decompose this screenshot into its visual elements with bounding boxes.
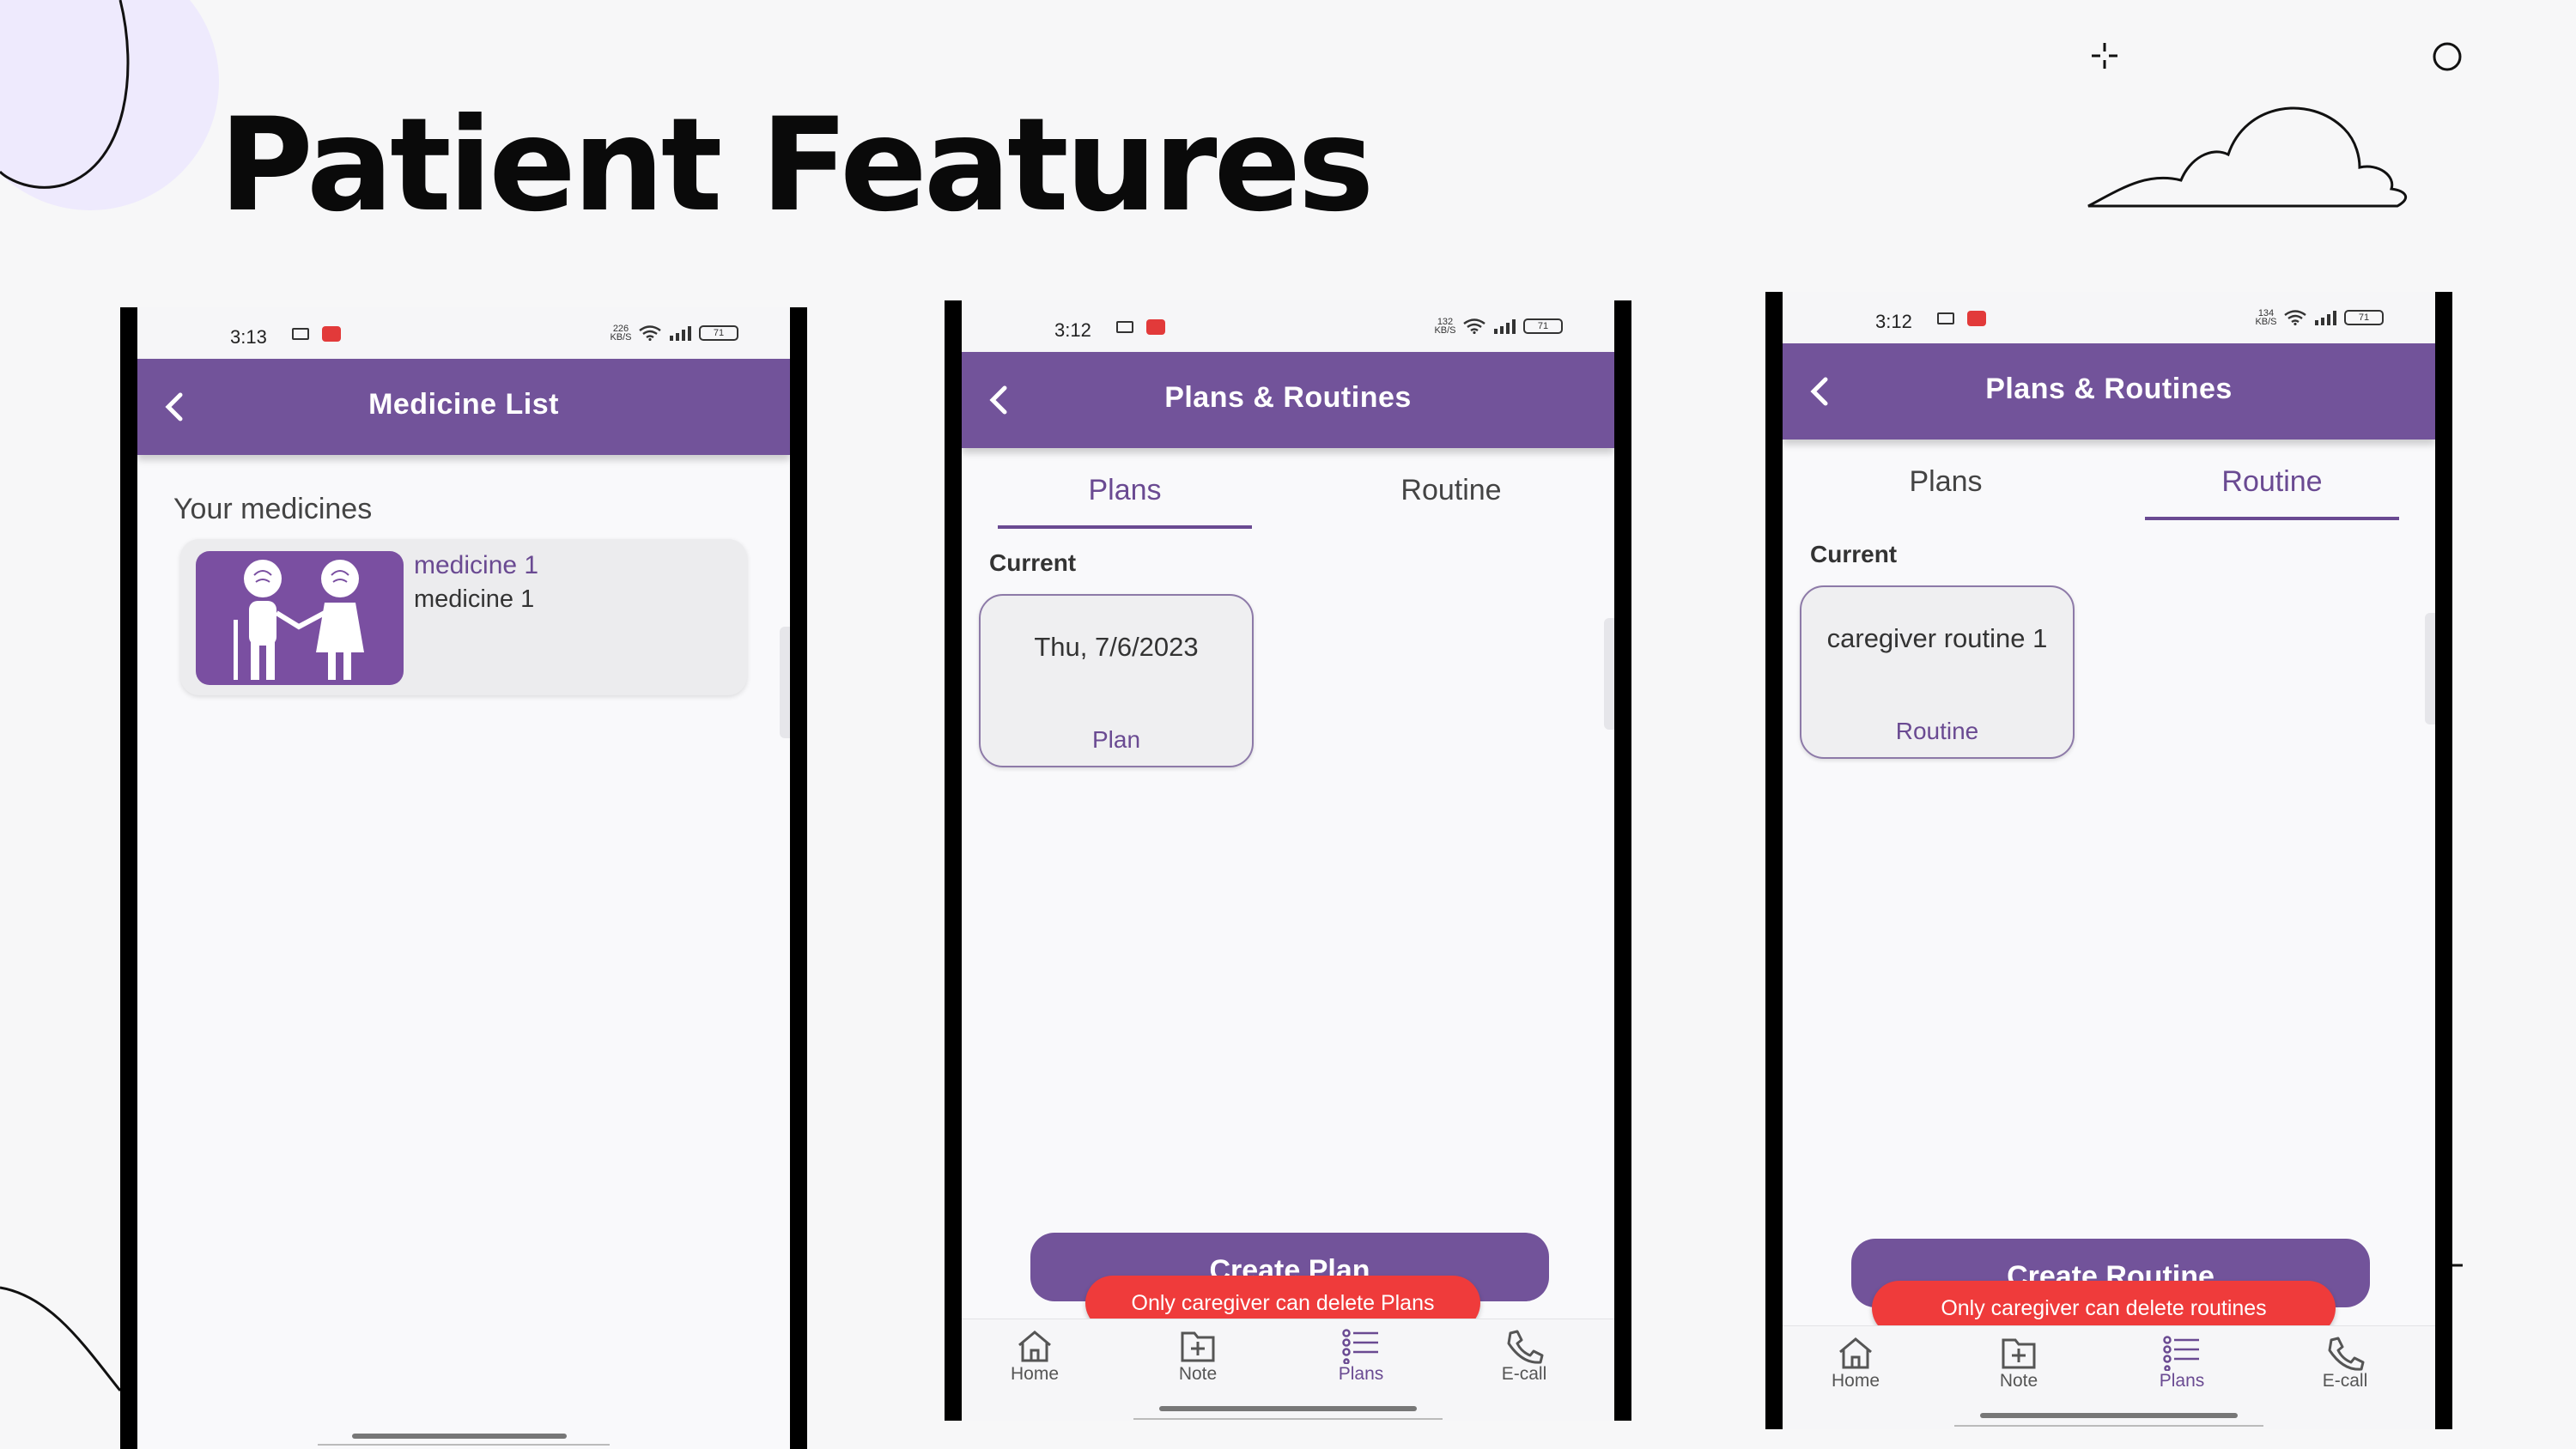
status-bar: 3:12 132 KB/S 71 xyxy=(962,300,1614,352)
routine-type-label: Routine xyxy=(1895,718,1979,744)
nav-label-plans: Plans xyxy=(1338,1364,1384,1384)
nav-plans[interactable]: Plans xyxy=(1314,1328,1408,1385)
nav-home[interactable]: Home xyxy=(987,1328,1082,1385)
phone-plans: 3:12 132 KB/S 71 Plans & Routines Plans … xyxy=(945,300,1631,1421)
note-add-icon xyxy=(2002,1338,2036,1369)
tab-routine[interactable]: Routine xyxy=(2143,465,2401,499)
nav-label-home: Home xyxy=(1010,1364,1060,1384)
section-heading: Your medicines xyxy=(173,493,373,525)
plan-card[interactable]: Thu, 7/6/2023 Plan xyxy=(979,594,1254,767)
app-bar: Plans & Routines xyxy=(1783,343,2435,440)
app-bar-title: Plans & Routines xyxy=(1985,373,2233,405)
edge-handle[interactable] xyxy=(2425,613,2435,724)
status-bar: 3:13 226 KB/S 71 xyxy=(137,307,790,359)
notification-icon xyxy=(1146,319,1165,335)
network-speed: 226 KB/S xyxy=(610,324,632,343)
home-icon xyxy=(1018,1331,1051,1362)
edge-handle[interactable] xyxy=(1604,618,1614,730)
battery-icon: 71 xyxy=(1523,318,1563,334)
app-bar-title: Medicine List xyxy=(368,388,559,421)
plans-list-icon xyxy=(1342,1329,1378,1364)
routine-title: caregiver routine 1 xyxy=(1826,623,2048,653)
battery-icon: 71 xyxy=(699,325,738,341)
wifi-icon xyxy=(2284,310,2306,325)
app-bar: Medicine List xyxy=(137,359,790,455)
medicine-name: medicine 1 xyxy=(414,551,539,579)
nav-label-home: Home xyxy=(1831,1371,1880,1391)
message-icon xyxy=(1116,321,1133,333)
medicine-thumbnail xyxy=(196,551,404,685)
tab-bar: Plans Routine xyxy=(1783,455,2435,524)
medicine-description: medicine 1 xyxy=(414,585,535,613)
plan-date: Thu, 7/6/2023 xyxy=(1034,632,1199,662)
nav-note[interactable]: Note xyxy=(1971,1335,2066,1391)
home-icon xyxy=(1839,1337,1872,1369)
corner-curve xyxy=(0,1286,122,1391)
nav-note[interactable]: Note xyxy=(1151,1328,1245,1385)
nav-label-ecall: E-call xyxy=(1501,1364,1547,1384)
tab-routine[interactable]: Routine xyxy=(1322,474,1580,507)
tab-plans[interactable]: Plans xyxy=(996,474,1254,507)
phone-routines: 3:12 134 KB/S 71 Plans & Routines Plans … xyxy=(1765,292,2452,1429)
edge-handle[interactable] xyxy=(780,627,790,738)
status-time: 3:12 xyxy=(1054,319,1091,341)
network-speed: 134 KB/S xyxy=(2255,308,2277,327)
status-bar: 3:12 134 KB/S 71 xyxy=(1783,292,2435,343)
signal-icon xyxy=(2315,311,2336,325)
current-label: Current xyxy=(989,549,1077,576)
routine-card[interactable]: caregiver routine 1 Routine xyxy=(1800,585,2075,759)
message-icon xyxy=(292,328,309,340)
status-time: 3:12 xyxy=(1875,311,1912,332)
nav-label-note: Note xyxy=(1999,1371,2038,1391)
slide-title: Patient Features xyxy=(219,91,1375,240)
elderly-couple-icon xyxy=(234,560,364,680)
active-tab-indicator xyxy=(998,525,1252,529)
phone-call-icon xyxy=(1507,1330,1544,1364)
home-indicator[interactable] xyxy=(352,1434,567,1439)
phone-call-icon xyxy=(2328,1337,2365,1371)
sparkle-icon xyxy=(2092,43,2117,69)
wifi-icon xyxy=(1463,318,1485,334)
note-add-icon xyxy=(1181,1331,1215,1362)
status-time: 3:13 xyxy=(230,326,267,348)
nav-label-note: Note xyxy=(1178,1364,1218,1384)
nav-ecall[interactable]: E-call xyxy=(1477,1328,1571,1385)
small-circle xyxy=(2433,42,2462,71)
blob-outline xyxy=(0,0,130,189)
plan-type-label: Plan xyxy=(1091,726,1141,753)
nav-plans[interactable]: Plans xyxy=(2135,1335,2229,1391)
app-bar-title: Plans & Routines xyxy=(1164,381,1412,414)
notification-icon xyxy=(322,326,341,342)
home-indicator-track xyxy=(1133,1418,1443,1420)
message-icon xyxy=(1937,312,1954,324)
current-label: Current xyxy=(1810,541,1898,567)
tab-bar: Plans Routine xyxy=(962,464,1614,532)
home-indicator[interactable] xyxy=(1980,1413,2238,1418)
plans-list-icon xyxy=(2163,1336,2199,1371)
app-bar: Plans & Routines xyxy=(962,352,1614,448)
nav-home[interactable]: Home xyxy=(1808,1335,1903,1391)
tab-plans[interactable]: Plans xyxy=(1817,465,2075,499)
signal-icon xyxy=(1494,319,1516,334)
nav-label-ecall: E-call xyxy=(2322,1371,2368,1391)
phone-medicine-list: 3:13 226 KB/S 71 Medicine List Your medi… xyxy=(120,307,807,1449)
signal-icon xyxy=(670,326,691,341)
home-indicator-track xyxy=(318,1444,610,1446)
home-indicator-track xyxy=(1954,1425,2263,1427)
battery-icon: 71 xyxy=(2344,310,2384,325)
home-indicator[interactable] xyxy=(1159,1406,1417,1411)
lavender-blob xyxy=(0,0,219,210)
cloud-outline xyxy=(2087,106,2408,208)
medicine-card[interactable]: medicine 1 medicine 1 xyxy=(180,539,747,695)
nav-label-plans: Plans xyxy=(2159,1371,2205,1391)
wifi-icon xyxy=(639,325,661,341)
network-speed: 132 KB/S xyxy=(1434,317,1456,336)
notification-icon xyxy=(1967,311,1986,326)
active-tab-indicator xyxy=(2145,517,2399,520)
nav-ecall[interactable]: E-call xyxy=(2298,1335,2392,1391)
